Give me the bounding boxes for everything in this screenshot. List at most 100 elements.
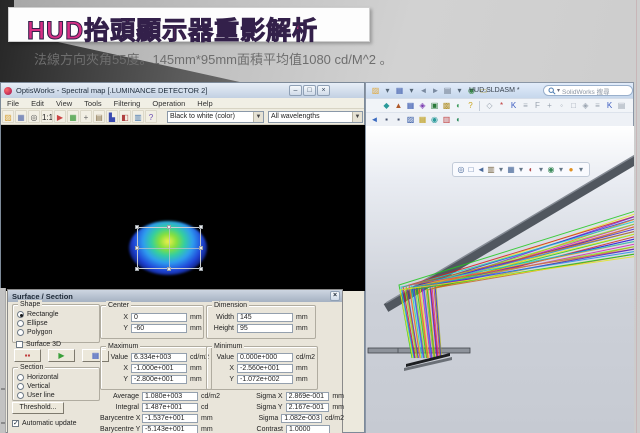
menu-item[interactable]: Edit bbox=[25, 99, 50, 108]
mate-icon[interactable]: ◈ bbox=[417, 100, 428, 112]
help-icon[interactable]: ? bbox=[465, 100, 476, 112]
checkbox-icon[interactable] bbox=[16, 341, 23, 348]
value-field[interactable]: 95 bbox=[237, 324, 293, 333]
open-icon[interactable]: ▨ bbox=[2, 110, 14, 123]
caret-icon[interactable]: ▾ bbox=[406, 85, 417, 97]
colormap-icon[interactable]: ▦ bbox=[67, 110, 79, 123]
menu-item[interactable]: Tools bbox=[78, 99, 108, 108]
sketch-icon[interactable]: ◆ bbox=[381, 100, 392, 112]
open-icon[interactable]: ▨ bbox=[370, 85, 381, 97]
selection-handle[interactable] bbox=[167, 225, 171, 229]
clipboard-icon[interactable]: ▤ bbox=[93, 110, 105, 123]
selection-handle[interactable] bbox=[135, 267, 139, 271]
radio-icon[interactable] bbox=[17, 392, 24, 399]
maximize-button[interactable]: □ bbox=[303, 85, 316, 96]
luminance-map[interactable] bbox=[1, 125, 366, 291]
grid-icon[interactable]: ▦ bbox=[417, 114, 428, 126]
section-option[interactable]: Vertical bbox=[17, 382, 99, 391]
hide-show-icon[interactable]: ◉ bbox=[546, 164, 556, 176]
radio-icon[interactable] bbox=[17, 374, 24, 381]
toolbar-icon[interactable]: + bbox=[544, 100, 555, 112]
crosshair-icon[interactable]: + bbox=[80, 110, 92, 123]
save-icon[interactable]: ▦ bbox=[394, 85, 405, 97]
selection-handle[interactable] bbox=[135, 246, 139, 250]
toolbar-icon[interactable]: ◈ bbox=[580, 100, 591, 112]
selection-handle[interactable] bbox=[199, 225, 203, 229]
selection-handle[interactable] bbox=[135, 225, 139, 229]
view-orientation-icon[interactable]: ▦ bbox=[506, 164, 516, 176]
mate-flip-icon[interactable]: K bbox=[604, 100, 615, 112]
zoom-fit-icon[interactable]: ◎ bbox=[456, 164, 466, 176]
shape-option[interactable]: Ellipse bbox=[17, 319, 99, 328]
value-field[interactable]: 145 bbox=[237, 313, 293, 322]
detector-icon[interactable]: ◉ bbox=[429, 114, 440, 126]
redo-icon[interactable]: ► bbox=[430, 85, 441, 97]
solidworks-search-box[interactable]: ▾ SolidWorks 搜尋 bbox=[543, 85, 633, 96]
selection-handle[interactable] bbox=[199, 267, 203, 271]
optisworks-titlebar[interactable]: OptisWorks - Spectral map [.LUMINANCE DE… bbox=[1, 83, 364, 98]
toolbar-icon[interactable]: ≡ bbox=[592, 100, 603, 112]
histogram-icon[interactable]: ▙ bbox=[106, 110, 118, 123]
shield-icon[interactable]: ◐ bbox=[453, 100, 464, 112]
selection-handle[interactable] bbox=[167, 267, 171, 271]
section-view-icon[interactable]: ▥ bbox=[486, 164, 496, 176]
caret-icon[interactable]: ▾ bbox=[576, 164, 586, 176]
caret-icon[interactable]: ▾ bbox=[496, 164, 506, 176]
zoom-area-icon[interactable]: □ bbox=[466, 164, 476, 176]
toolbar-icon[interactable]: ◇ bbox=[484, 100, 495, 112]
selection-handle[interactable] bbox=[199, 246, 203, 250]
toolbar-icon[interactable]: □ bbox=[568, 100, 579, 112]
section-option[interactable]: User line bbox=[17, 391, 99, 400]
colormap-dropdown[interactable]: Black to white (color) ▼ bbox=[167, 111, 264, 123]
caret-icon[interactable]: ▾ bbox=[516, 164, 526, 176]
chevron-down-icon[interactable]: ▾ bbox=[557, 87, 560, 94]
radio-icon[interactable] bbox=[17, 320, 24, 327]
table-icon[interactable]: ▥ bbox=[132, 110, 144, 123]
wireframe-icon[interactable]: ▨ bbox=[405, 114, 416, 126]
menu-item[interactable]: File bbox=[1, 99, 25, 108]
section-option[interactable]: Horizontal bbox=[17, 373, 99, 382]
menu-item[interactable]: Operation bbox=[146, 99, 191, 108]
undo-icon[interactable]: ◄ bbox=[418, 85, 429, 97]
previous-view-icon[interactable]: ◄ bbox=[476, 164, 486, 176]
layer-icon[interactable]: ▪ bbox=[381, 114, 392, 126]
one-to-one-icon[interactable]: 1:1 bbox=[41, 110, 53, 123]
flip-icon[interactable]: ◧ bbox=[119, 110, 131, 123]
value-field[interactable]: -60 bbox=[131, 324, 187, 333]
print-icon[interactable]: ▤ bbox=[442, 85, 453, 97]
shape-option[interactable]: Polygon bbox=[17, 328, 99, 337]
3d-viewport[interactable]: ◎□◄▥▾▦▾◐▾◉▾●▾ bbox=[366, 126, 634, 433]
chevron-down-icon[interactable]: ▼ bbox=[352, 112, 362, 122]
caret-icon[interactable]: ▾ bbox=[536, 164, 546, 176]
back-icon[interactable]: ◄ bbox=[369, 114, 380, 126]
radio-icon[interactable] bbox=[17, 383, 24, 390]
spectrum-triangle-icon[interactable]: ▶ bbox=[54, 110, 66, 123]
simulation-icon[interactable]: ▥ bbox=[441, 114, 452, 126]
menu-item[interactable]: View bbox=[50, 99, 78, 108]
surface-3d-checkbox[interactable]: Surface 3D bbox=[16, 340, 61, 349]
panel-titlebar[interactable]: Surface / Section × bbox=[8, 290, 342, 302]
move-component-icon[interactable]: * bbox=[496, 100, 507, 112]
display-style-icon[interactable]: ◐ bbox=[526, 164, 536, 176]
toolbar-icon[interactable]: F bbox=[532, 100, 543, 112]
automatic-update-checkbox[interactable]: ✓ Automatic update bbox=[12, 419, 76, 428]
wavelength-dropdown[interactable]: All wavelengths ▼ bbox=[268, 111, 363, 123]
layer-icon[interactable]: ▪ bbox=[393, 114, 404, 126]
mate-flip-icon[interactable]: K bbox=[508, 100, 519, 112]
toolbar-icon[interactable]: ≡ bbox=[520, 100, 531, 112]
toolbar-icon[interactable]: ▤ bbox=[616, 100, 627, 112]
value-field[interactable]: 0 bbox=[131, 313, 187, 322]
assembly-icon[interactable]: ▦ bbox=[405, 100, 416, 112]
close-button[interactable]: × bbox=[317, 85, 330, 96]
caret-icon[interactable]: ▾ bbox=[454, 85, 465, 97]
menu-item[interactable]: Filtering bbox=[108, 99, 147, 108]
caret-icon[interactable]: ▾ bbox=[382, 85, 393, 97]
help-icon[interactable]: ? bbox=[145, 110, 157, 123]
shape-option[interactable]: Rectangle bbox=[17, 310, 99, 319]
component-icon[interactable]: ▣ bbox=[429, 100, 440, 112]
zoom-icon[interactable]: ◎ bbox=[28, 110, 40, 123]
radio-icon[interactable] bbox=[17, 329, 24, 336]
radio-icon[interactable] bbox=[17, 311, 24, 318]
menu-item[interactable]: Help bbox=[191, 99, 218, 108]
chevron-down-icon[interactable]: ▼ bbox=[253, 112, 263, 122]
